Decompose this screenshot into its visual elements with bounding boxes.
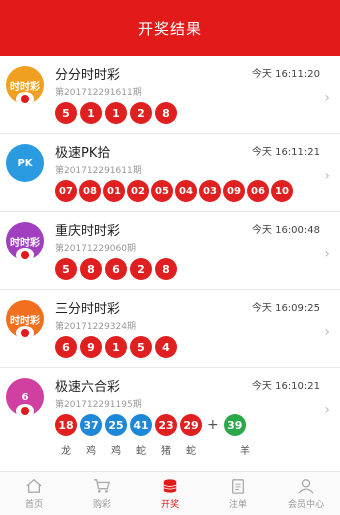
tab-orders[interactable]: 注单 (204, 472, 272, 515)
tab-results[interactable]: 开奖 (136, 472, 204, 515)
draw-time: 今天 16:11:21 (251, 147, 320, 158)
result-ball: 2 (130, 102, 152, 124)
result-ball: 41 (130, 414, 152, 436)
tab-buy[interactable]: 购彩 (68, 472, 136, 515)
home-icon (26, 478, 42, 493)
result-balls: 5 8 6 2 8 (55, 258, 177, 280)
draw-time: 今天 16:00:48 (251, 225, 320, 236)
draw-time: 今天 16:10:21 (251, 381, 320, 392)
result-balls: 5 1 1 2 8 (55, 102, 177, 124)
coins-icon (163, 478, 177, 493)
lottery-row-liuhecai[interactable]: 6 极速六合彩 第201712291195期 今天 16:10:21 › 18 … (0, 368, 340, 474)
result-ball: 9 (80, 336, 102, 358)
result-ball: 10 (271, 180, 293, 202)
lottery-logo-icon: 时时彩 (6, 66, 44, 106)
result-ball: 4 (155, 336, 177, 358)
user-icon (298, 478, 314, 494)
result-balls: 6 9 1 5 4 (55, 336, 177, 358)
lottery-issue: 第201712291611期 (55, 88, 142, 98)
tab-home[interactable]: 首页 (0, 472, 68, 515)
result-ball: 07 (55, 180, 77, 202)
page-title: 开奖结果 (137, 19, 202, 38)
chevron-right-icon: › (324, 168, 330, 184)
zodiac-label: 蛇 (136, 446, 146, 457)
result-ball: 37 (80, 414, 102, 436)
lottery-name: 分分时时彩 (55, 68, 121, 83)
lottery-row-fenfen[interactable]: 时时彩 分分时时彩 第201712291611期 今天 16:11:20 › 5… (0, 56, 340, 134)
draw-time: 今天 16:11:20 (251, 69, 320, 80)
tab-label: 购彩 (92, 499, 111, 510)
result-ball: 2 (130, 258, 152, 280)
cart-icon (94, 478, 110, 493)
result-ball: 02 (127, 180, 149, 202)
lottery-name: 极速六合彩 (55, 380, 121, 395)
lottery-row-chongqing[interactable]: 时时彩 重庆时时彩 第20171229060期 今天 16:00:48 › 5 … (0, 212, 340, 290)
result-ball: 5 (55, 258, 77, 280)
lottery-logo-icon: PK (6, 144, 44, 182)
result-ball: 8 (80, 258, 102, 280)
chevron-right-icon: › (324, 324, 330, 340)
lottery-issue: 第201712291611期 (55, 166, 142, 176)
zodiac-label: 猪 (161, 446, 171, 457)
lottery-issue: 第20171229060期 (55, 244, 136, 254)
chevron-right-icon: › (324, 402, 330, 418)
lottery-issue: 第20171229324期 (55, 322, 136, 332)
result-ball: 5 (55, 102, 77, 124)
result-ball: 8 (155, 102, 177, 124)
lottery-issue: 第201712291195期 (55, 400, 142, 410)
result-ball: 1 (105, 102, 127, 124)
bottom-tab-bar: 首页 购彩 开奖 注单 会员中心 (0, 471, 340, 515)
chevron-right-icon: › (324, 90, 330, 106)
chevron-right-icon: › (324, 246, 330, 262)
tab-label: 注单 (228, 499, 247, 510)
result-ball: 1 (105, 336, 127, 358)
zodiac-label: 羊 (240, 446, 250, 457)
plus-sign: + (207, 417, 219, 433)
result-ball: 5 (130, 336, 152, 358)
result-balls: 18 37 25 41 23 29 + 39 (55, 414, 246, 436)
result-balls: 07 08 01 02 05 04 03 09 06 10 (55, 180, 293, 202)
lottery-row-sanfen[interactable]: 时时彩 三分时时彩 第20171229324期 今天 16:09:25 › 6 … (0, 290, 340, 368)
result-ball: 29 (180, 414, 202, 436)
clipboard-icon (232, 478, 244, 494)
tab-member[interactable]: 会员中心 (272, 472, 340, 515)
zodiac-label: 蛇 (186, 446, 196, 457)
app: 开奖结果 时时彩 分分时时彩 第201712291611期 今天 16:11:2… (0, 0, 340, 515)
result-ball: 8 (155, 258, 177, 280)
zodiac-label: 鸡 (111, 446, 121, 457)
draw-time: 今天 16:09:25 (251, 303, 320, 314)
lottery-name: 极速PK拾 (55, 146, 111, 161)
lottery-logo-icon: 6 (6, 378, 44, 418)
result-ball: 6 (105, 258, 127, 280)
tab-label: 首页 (24, 499, 43, 510)
special-ball: 39 (223, 414, 246, 436)
result-ball: 25 (105, 414, 127, 436)
result-ball: 04 (175, 180, 197, 202)
result-ball: 08 (79, 180, 101, 202)
result-ball: 06 (247, 180, 269, 202)
zodiac-label: 鸡 (86, 446, 96, 457)
zodiac-labels: 龙 鸡 鸡 蛇 猪 蛇 羊 (55, 442, 256, 457)
lottery-row-pk10[interactable]: PK 极速PK拾 第201712291611期 今天 16:11:21 › 07… (0, 134, 340, 212)
tab-label: 会员中心 (287, 499, 324, 510)
result-ball: 23 (155, 414, 177, 436)
result-ball: 1 (80, 102, 102, 124)
lottery-list: 时时彩 分分时时彩 第201712291611期 今天 16:11:20 › 5… (0, 56, 340, 474)
result-ball: 03 (199, 180, 221, 202)
lottery-name: 三分时时彩 (55, 302, 121, 317)
result-ball: 01 (103, 180, 125, 202)
result-ball: 18 (55, 414, 77, 436)
zodiac-label: 龙 (61, 446, 71, 457)
lottery-name: 重庆时时彩 (55, 224, 121, 239)
header: 开奖结果 (0, 0, 340, 56)
result-ball: 05 (151, 180, 173, 202)
result-ball: 6 (55, 336, 77, 358)
lottery-logo-icon: 时时彩 (6, 222, 44, 262)
tab-label: 开奖 (160, 499, 179, 510)
lottery-logo-icon: 时时彩 (6, 300, 44, 340)
result-ball: 09 (223, 180, 245, 202)
